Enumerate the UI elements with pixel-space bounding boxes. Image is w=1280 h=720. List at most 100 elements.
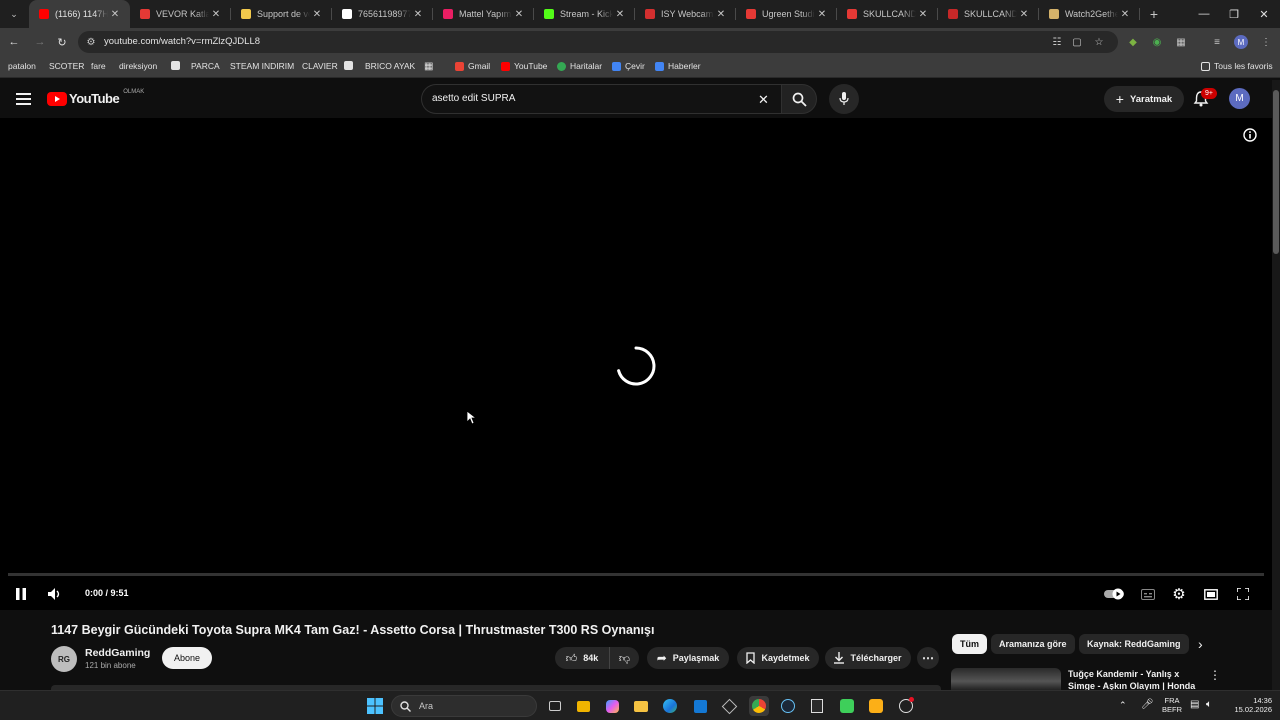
input-language[interactable]: FRA BEFR bbox=[1160, 696, 1184, 714]
all-bookmarks[interactable]: Tous les favoris bbox=[1201, 61, 1273, 71]
subtitles-button[interactable] bbox=[1140, 587, 1156, 601]
taskbar-search[interactable]: Ara bbox=[391, 695, 537, 717]
clear-search-icon[interactable]: ✕ bbox=[758, 92, 769, 108]
bookmark-item[interactable]: YouTube bbox=[501, 61, 547, 71]
browser-tab[interactable]: 765611989771✕ bbox=[332, 0, 433, 28]
bookmark-star-icon[interactable]: ☆ bbox=[1092, 35, 1106, 49]
autoplay-toggle[interactable] bbox=[1104, 587, 1126, 601]
install-app-icon[interactable]: ▢ bbox=[1070, 35, 1084, 49]
fullscreen-button[interactable] bbox=[1236, 587, 1250, 601]
browser-tab[interactable]: VEVOR Katlanabilir✕ bbox=[130, 0, 231, 28]
browser-tab[interactable]: Ugreen Studio ✕ bbox=[736, 0, 837, 28]
tab-close-icon[interactable]: ✕ bbox=[613, 9, 627, 20]
tray-chevron-up-icon[interactable]: ⌃ bbox=[1119, 700, 1127, 711]
store-icon[interactable] bbox=[573, 696, 593, 716]
bookmark-item[interactable]: SCOTER bbox=[49, 61, 84, 71]
voice-search-button[interactable] bbox=[829, 84, 859, 114]
browser-tab[interactable]: Stream - Kick Dev✕ bbox=[534, 0, 635, 28]
tab-close-icon[interactable]: ✕ bbox=[916, 9, 930, 20]
chrome-icon[interactable] bbox=[749, 696, 769, 716]
bookmark-item[interactable]: Haberler bbox=[655, 61, 701, 71]
tray-mic-icon[interactable]: 🎤︎ bbox=[1141, 699, 1154, 710]
hamburger-menu-icon[interactable] bbox=[16, 92, 31, 106]
recommendation-thumbnail[interactable] bbox=[951, 668, 1061, 690]
network-icon[interactable]: ▤ bbox=[1190, 699, 1199, 710]
more-actions-icon[interactable]: ⋯ bbox=[917, 647, 939, 669]
like-button[interactable]: 👍︎ 84k bbox=[555, 647, 609, 669]
media-control-icon[interactable]: ≡ bbox=[1210, 35, 1224, 49]
url-text[interactable]: youtube.com/watch?v=rmZlzQJDLL8 bbox=[104, 36, 260, 47]
scrollbar-thumb[interactable] bbox=[1273, 90, 1279, 254]
channel-name[interactable]: ReddGaming bbox=[85, 647, 150, 659]
new-tab-plus-icon[interactable]: + bbox=[1142, 6, 1166, 22]
app-green-icon[interactable] bbox=[837, 696, 857, 716]
tab-search-chevron-icon[interactable]: ⌄ bbox=[3, 3, 25, 25]
apps-grid-icon[interactable]: ▦ bbox=[424, 61, 433, 72]
file-explorer-icon[interactable] bbox=[631, 696, 651, 716]
youtube-logo[interactable]: YouTube OLMAK bbox=[47, 89, 144, 106]
browser-tab[interactable]: Support de volant✕ bbox=[231, 0, 332, 28]
browser-tab[interactable]: SKULLCANDY Crusher✕ bbox=[938, 0, 1039, 28]
bookmark-item[interactable]: Haritalar bbox=[557, 61, 602, 71]
windows-start-icon[interactable] bbox=[365, 696, 385, 716]
search-button[interactable] bbox=[781, 84, 817, 114]
account-avatar[interactable]: M bbox=[1229, 88, 1250, 109]
extension-icon[interactable]: ◆ bbox=[1126, 35, 1140, 49]
close-window-icon[interactable]: ✕ bbox=[1248, 0, 1280, 28]
browser-menu-icon[interactable]: ⋮ bbox=[1259, 35, 1273, 49]
theater-mode-button[interactable] bbox=[1203, 587, 1219, 601]
bookmark-item[interactable]: Çevir bbox=[612, 61, 645, 71]
browser-tab[interactable]: Mattel Yapım Evleri✕ bbox=[433, 0, 534, 28]
search-query[interactable]: asetto edit SUPRA bbox=[432, 93, 515, 104]
clock[interactable]: 14:36 15.02.2026 bbox=[1222, 696, 1272, 714]
recommendation-menu-icon[interactable]: ⋮ bbox=[1209, 668, 1221, 682]
pause-button[interactable] bbox=[14, 587, 28, 601]
browser-tab[interactable]: ISY Webcam Full HD✕ bbox=[635, 0, 736, 28]
extensions-puzzle-icon[interactable]: ▦ bbox=[1174, 35, 1188, 49]
bookmark-item[interactable]: CLAVIER bbox=[302, 61, 338, 71]
tab-close-icon[interactable]: ✕ bbox=[411, 9, 425, 20]
info-icon[interactable] bbox=[1243, 128, 1257, 147]
tab-close-icon[interactable]: ✕ bbox=[1017, 9, 1031, 20]
tab-close-icon[interactable]: ✕ bbox=[1118, 9, 1132, 20]
app-notification-icon[interactable] bbox=[896, 696, 916, 716]
chip-all[interactable]: Tüm bbox=[952, 634, 987, 654]
translate-icon[interactable]: ☷ bbox=[1050, 35, 1064, 49]
copilot-icon[interactable] bbox=[602, 696, 622, 716]
task-view-icon[interactable] bbox=[545, 696, 565, 716]
forward-icon[interactable]: → bbox=[32, 34, 48, 50]
volume-button[interactable] bbox=[47, 587, 63, 601]
subscribe-button[interactable]: Abone bbox=[162, 647, 212, 669]
progress-bar[interactable] bbox=[8, 573, 1264, 576]
bookmark-item[interactable]: BRICO AYAK bbox=[365, 61, 415, 71]
tab-close-icon[interactable]: ✕ bbox=[108, 9, 122, 20]
profile-avatar[interactable]: M bbox=[1234, 35, 1248, 49]
address-bar[interactable]: ⚙ youtube.com/watch?v=rmZlzQJDLL8 ☷ ▢ ☆ bbox=[78, 31, 1118, 53]
edge-icon[interactable] bbox=[660, 696, 680, 716]
reload-icon[interactable]: ↻ bbox=[54, 34, 70, 50]
chip-source-channel[interactable]: Kaynak: ReddGaming bbox=[1079, 634, 1189, 654]
bookmark-item[interactable]: STEAM INDIRIM bbox=[230, 61, 294, 71]
browser-tab[interactable]: (1166) 1147HP Beygir✕ bbox=[29, 0, 130, 28]
channel-avatar[interactable]: RG bbox=[51, 646, 77, 672]
rockstar-icon[interactable] bbox=[866, 696, 886, 716]
tab-close-icon[interactable]: ✕ bbox=[512, 9, 526, 20]
minimize-icon[interactable]: — bbox=[1188, 0, 1220, 28]
chevron-right-icon[interactable]: › bbox=[1198, 636, 1203, 652]
video-player[interactable]: 0:00 / 9:51 ⚙ bbox=[0, 118, 1272, 610]
app-icon[interactable] bbox=[719, 696, 739, 716]
dislike-button[interactable]: 👎︎ bbox=[609, 647, 639, 669]
tab-close-icon[interactable]: ✕ bbox=[310, 9, 324, 20]
epic-games-icon[interactable] bbox=[807, 696, 827, 716]
chip-related-search[interactable]: Aramanıza göre bbox=[991, 634, 1075, 654]
steam-icon[interactable] bbox=[778, 696, 798, 716]
download-button[interactable]: Télécharger bbox=[825, 647, 911, 669]
bookmark-item[interactable]: PARCA bbox=[191, 61, 220, 71]
share-button[interactable]: ➦ Paylaşmak bbox=[647, 647, 729, 669]
volume-tray-icon[interactable]: 🔈︎ bbox=[1206, 699, 1212, 710]
bookmark-item[interactable]: fare bbox=[91, 61, 106, 71]
bookmark-item[interactable]: Gmail bbox=[455, 61, 490, 71]
recommendation-title[interactable]: Tuğçe Kandemir - Yanlış x Simge - Aşkın … bbox=[1068, 668, 1198, 692]
shield-extension-icon[interactable]: ◉ bbox=[1150, 35, 1164, 49]
bookmark-item[interactable]: patalon bbox=[8, 61, 36, 71]
